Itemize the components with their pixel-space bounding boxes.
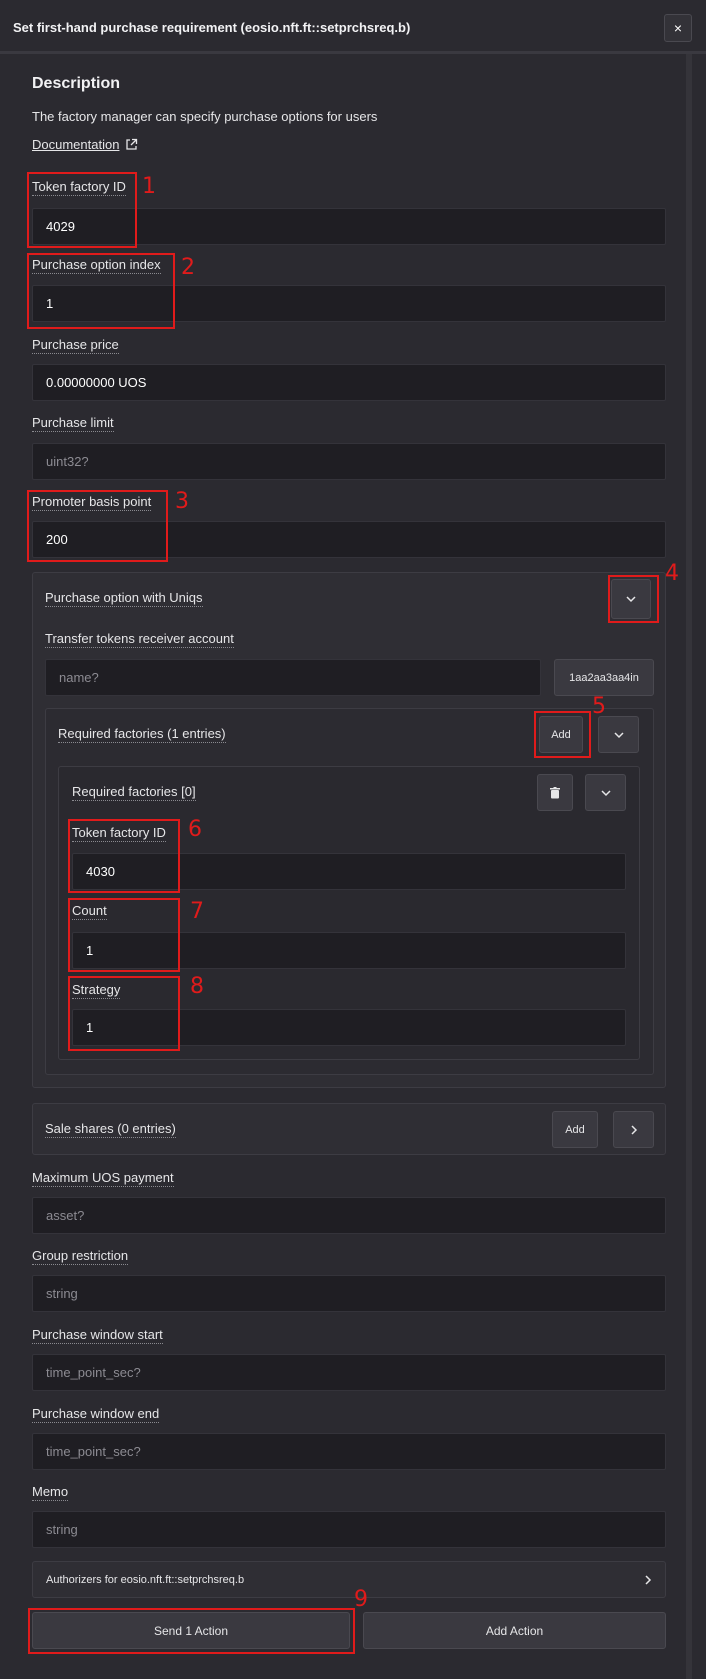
purchase-window-start-label: Purchase window start — [32, 1327, 163, 1344]
chevron-down-icon — [625, 595, 637, 603]
purchase-price-label: Purchase price — [32, 337, 119, 354]
memo-input[interactable]: string — [32, 1511, 666, 1548]
maximum-uos-payment-input[interactable]: asset? — [32, 1197, 666, 1234]
delete-entry-button[interactable] — [537, 774, 573, 811]
chevron-right-icon — [644, 1574, 652, 1586]
add-action-button[interactable]: Add Action — [363, 1612, 666, 1649]
description-heading: Description — [32, 75, 121, 92]
annotation-number-7: 7 — [190, 899, 204, 924]
required-factory-entry-label: Required factories [0] — [72, 784, 196, 801]
annotation-number-6: 6 — [188, 817, 202, 842]
purchase-option-index-label: Purchase option index — [32, 257, 161, 274]
entry-toggle-button[interactable] — [585, 774, 626, 811]
group-restriction-label: Group restriction — [32, 1248, 129, 1265]
required-factories-add-button[interactable]: Add — [539, 716, 583, 753]
annotation-number-4: 4 — [665, 561, 679, 586]
entry-strategy-label: Strategy — [72, 982, 121, 999]
chevron-right-icon — [630, 1124, 638, 1136]
description-text: The factory manager can specify purchase… — [32, 109, 378, 124]
annotation-number-8: 8 — [190, 974, 204, 999]
purchase-option-index-input[interactable]: 1 — [32, 285, 666, 322]
purchase-limit-input[interactable]: uint32? — [32, 443, 666, 480]
authorizers-label: Authorizers for eosio.nft.ft::setprchsre… — [46, 1573, 245, 1586]
receiver-suggest-button[interactable]: 1aa2aa3aa4in — [554, 659, 654, 696]
purchase-price-input[interactable]: 0.00000000 UOS — [32, 364, 666, 401]
entry-count-input[interactable]: 1 — [72, 932, 626, 969]
documentation-link-label: Documentation — [32, 137, 120, 152]
entry-count-label: Count — [72, 903, 107, 920]
chevron-down-icon — [613, 731, 625, 739]
group-restriction-input[interactable]: string — [32, 1275, 666, 1312]
uniqs-option-toggle-button[interactable] — [611, 579, 651, 619]
entry-strategy-input[interactable]: 1 — [72, 1009, 626, 1046]
annotation-number-3: 3 — [175, 489, 189, 514]
maximum-uos-payment-label: Maximum UOS payment — [32, 1170, 174, 1187]
entry-token-factory-id-label: Token factory ID — [72, 825, 166, 842]
sale-shares-expand-button[interactable] — [613, 1111, 654, 1148]
sale-shares-add-button[interactable]: Add — [552, 1111, 598, 1148]
sale-shares-label: Sale shares (0 entries) — [45, 1121, 176, 1138]
trash-icon — [550, 786, 560, 799]
annotation-number-1: 1 — [142, 174, 156, 199]
send-action-button[interactable]: Send 1 Action — [32, 1612, 350, 1649]
purchase-window-end-input[interactable]: time_point_sec? — [32, 1433, 666, 1470]
promoter-basis-point-label: Promoter basis point — [32, 494, 152, 511]
promoter-basis-point-input[interactable]: 200 — [32, 521, 666, 558]
dialog-body: Description The factory manager can spec… — [0, 0, 706, 1679]
required-factories-label: Required factories (1 entries) — [58, 726, 226, 743]
annotation-number-9: 9 — [354, 1587, 368, 1612]
receiver-account-label: Transfer tokens receiver account — [45, 631, 234, 648]
annotation-number-2: 2 — [181, 255, 195, 280]
required-factories-toggle-button[interactable] — [598, 716, 639, 753]
chevron-down-icon — [600, 789, 612, 797]
purchase-window-start-input[interactable]: time_point_sec? — [32, 1354, 666, 1391]
annotation-number-5: 5 — [592, 694, 606, 719]
token-factory-id-label: Token factory ID — [32, 179, 126, 196]
memo-label: Memo — [32, 1484, 69, 1501]
receiver-account-input[interactable]: name? — [45, 659, 541, 696]
token-factory-id-input[interactable]: 4029 — [32, 208, 666, 245]
documentation-link[interactable]: Documentation — [32, 137, 138, 152]
purchase-window-end-label: Purchase window end — [32, 1406, 160, 1423]
uniqs-option-label: Purchase option with Uniqs — [45, 590, 203, 607]
authorizers-row[interactable]: Authorizers for eosio.nft.ft::setprchsre… — [32, 1561, 666, 1598]
purchase-limit-label: Purchase limit — [32, 415, 114, 432]
external-link-icon — [125, 138, 138, 151]
entry-token-factory-id-input[interactable]: 4030 — [72, 853, 626, 890]
